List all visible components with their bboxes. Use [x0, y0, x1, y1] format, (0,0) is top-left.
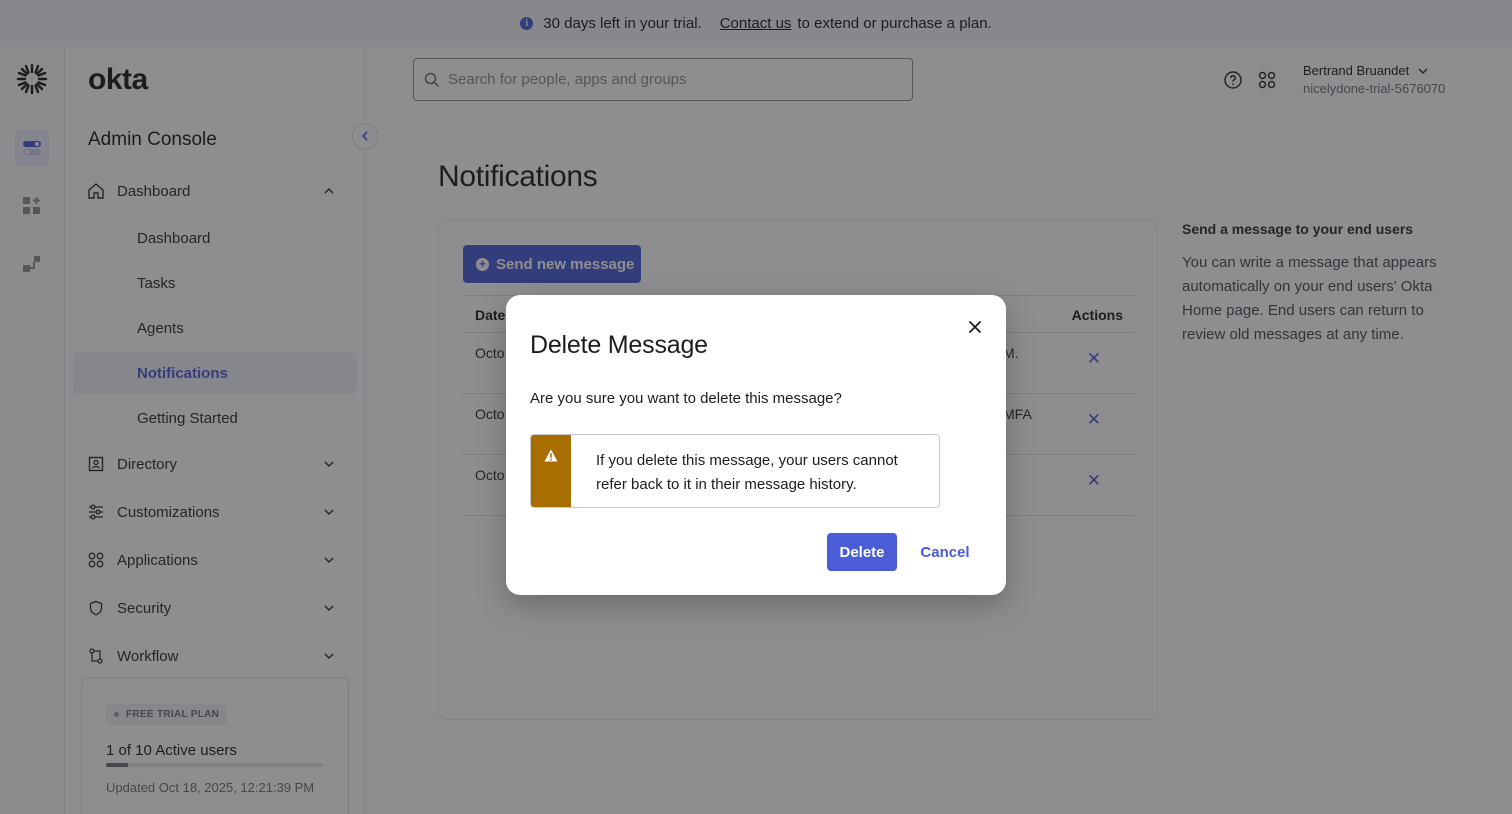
warning-callout: If you delete this message, your users c… — [530, 434, 940, 508]
delete-button[interactable]: Delete — [827, 533, 897, 571]
delete-message-dialog: Delete Message Are you sure you want to … — [506, 295, 1006, 595]
dialog-title: Delete Message — [530, 331, 708, 359]
dialog-question: Are you sure you want to delete this mes… — [530, 390, 842, 407]
cancel-button[interactable]: Cancel — [913, 533, 977, 571]
close-icon[interactable] — [965, 317, 985, 337]
warning-bar — [531, 435, 571, 507]
warning-triangle-icon — [544, 449, 558, 462]
warning-text: If you delete this message, your users c… — [596, 452, 898, 493]
